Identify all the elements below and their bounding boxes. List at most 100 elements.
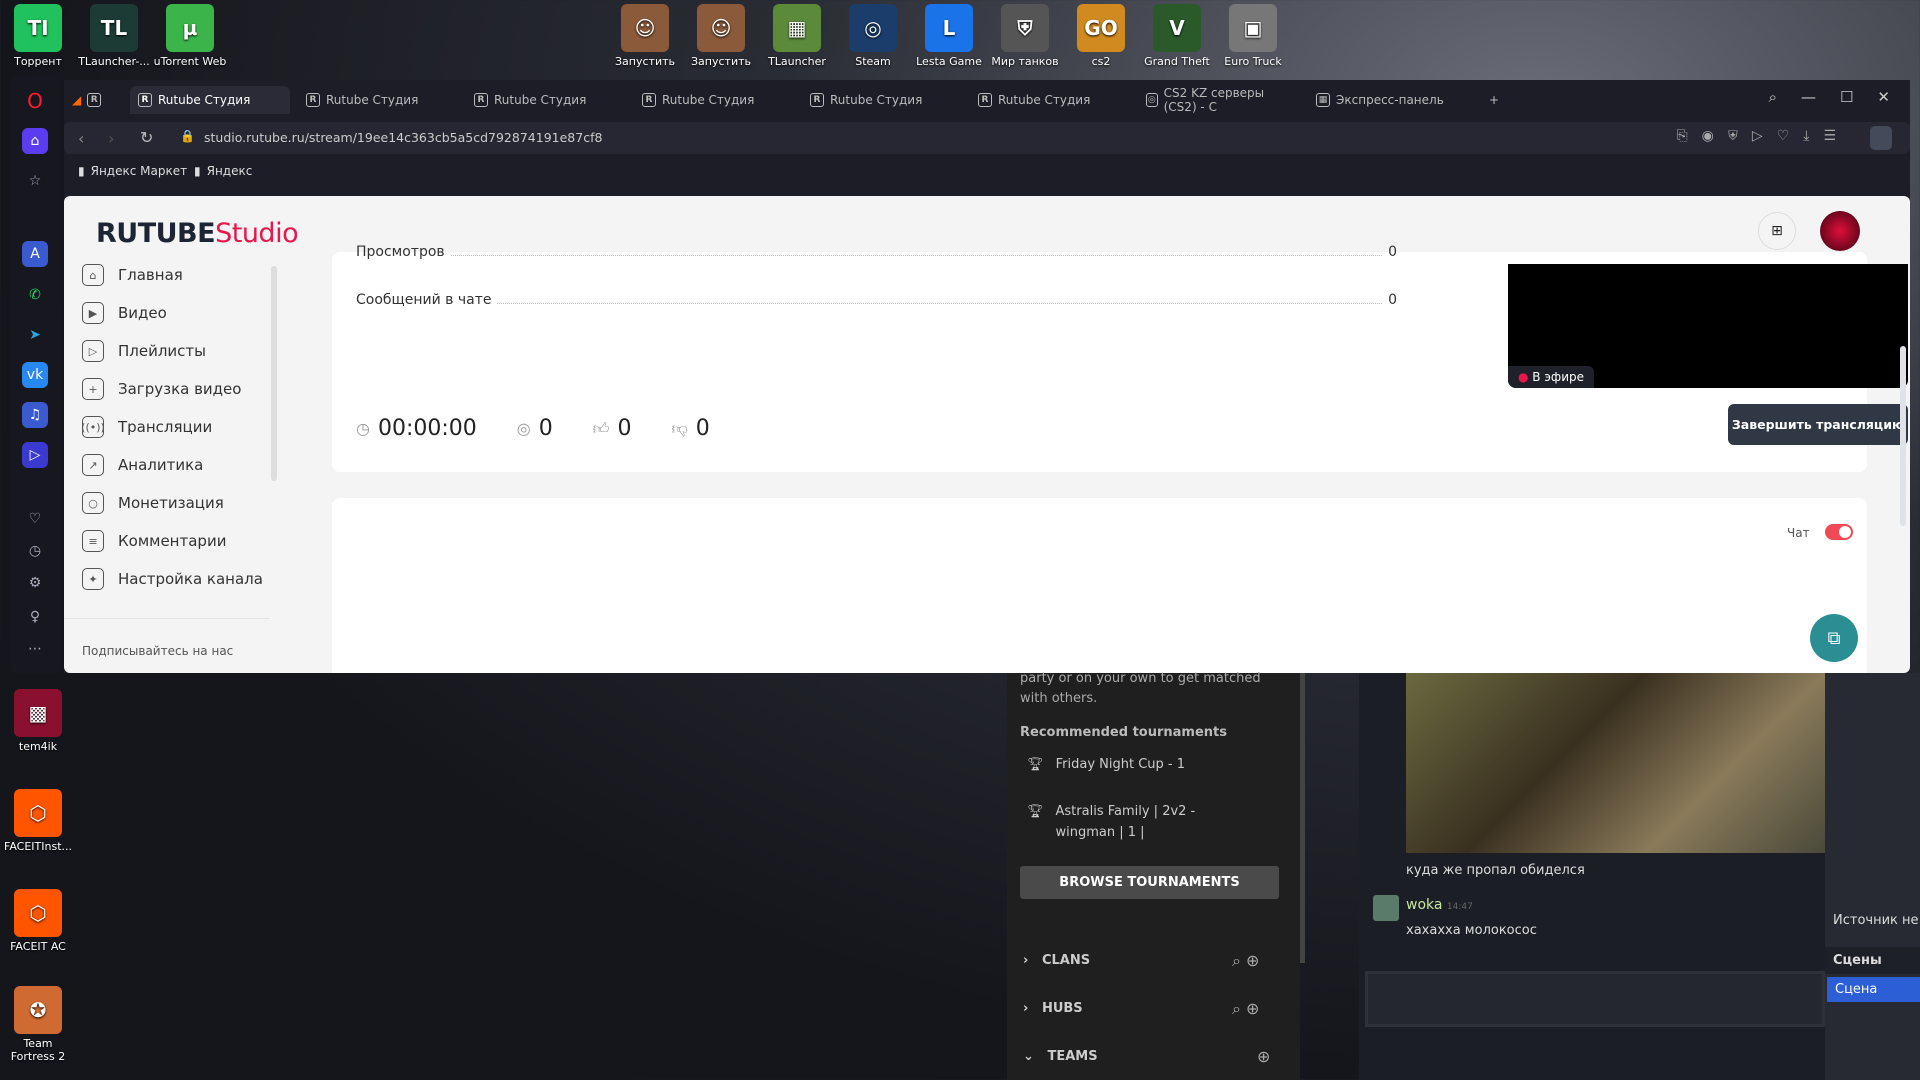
- section-hubs[interactable]: › HUBS: [1023, 1001, 1083, 1016]
- telegram-icon[interactable]: ➤: [22, 322, 48, 348]
- profile-icon[interactable]: [1870, 126, 1892, 150]
- desktop-shortcut[interactable]: ☺ Запустить: [608, 0, 682, 68]
- desktop-shortcut[interactable]: ⬡ FACEITInst...: [1, 785, 75, 853]
- player-icon[interactable]: ▷: [22, 442, 48, 468]
- tournament-item[interactable]: 🏆︎ Astralis Family | 2v2 - wingman | 1 |: [1027, 801, 1247, 843]
- search-icon[interactable]: ⌕ ⊕: [1232, 951, 1259, 971]
- create-icon[interactable]: ⊞: [1758, 212, 1796, 250]
- desktop-shortcut[interactable]: TI Торрент: [1, 0, 75, 68]
- game-screenshot[interactable]: [1406, 673, 1825, 853]
- music-icon[interactable]: ♫: [22, 402, 48, 428]
- browse-tournaments-button[interactable]: BROWSE TOURNAMENTS: [1020, 866, 1279, 899]
- shortcut-label: Grand Theft: [1144, 55, 1210, 68]
- scenes-title: Сцены: [1825, 947, 1920, 974]
- chat-toggle[interactable]: [1825, 524, 1853, 540]
- rutube-studio-logo[interactable]: RUTUBEStudio: [96, 218, 299, 249]
- sidebar-item[interactable]: ✦ Настройка канала: [82, 568, 263, 590]
- browser-tab[interactable]: ▦ Экспресс-панель: [1308, 86, 1468, 114]
- section-clans[interactable]: › CLANS: [1023, 953, 1090, 968]
- browser-tab[interactable]: R Rutube Студия: [634, 86, 794, 114]
- lightbulb-icon[interactable]: ♀: [22, 604, 48, 630]
- bookmark-yandex[interactable]: ▮ Яндекс: [194, 164, 252, 178]
- desktop-shortcut[interactable]: µ uTorrent Web: [153, 0, 227, 68]
- desktop-shortcut[interactable]: ◎ Steam: [836, 0, 910, 68]
- sidebar-item-label: Комментарии: [118, 532, 227, 550]
- sidebar-item[interactable]: ▷ Плейлисты: [82, 340, 206, 362]
- opera-logo-icon[interactable]: O: [22, 88, 48, 114]
- desktop-shortcut[interactable]: ▦ TLauncher: [760, 0, 834, 68]
- tab-favicon-icon: R: [474, 93, 488, 107]
- pinned-tab[interactable]: ◢ R: [64, 86, 109, 114]
- search-icon[interactable]: ⌕ ⊕: [1232, 999, 1259, 1019]
- desktop-shortcut[interactable]: GO cs2: [1064, 0, 1138, 68]
- analytics-icon: ↗: [82, 454, 104, 476]
- desktop-shortcut[interactable]: L Lesta Game: [912, 0, 986, 68]
- sidebar-item-label: Монетизация: [118, 494, 224, 512]
- new-tab-button[interactable]: +: [1481, 86, 1507, 114]
- avatar[interactable]: [1820, 211, 1860, 251]
- sidebar-item[interactable]: ▶ Видео: [82, 302, 167, 324]
- chat-username[interactable]: woka 14:47: [1406, 897, 1473, 913]
- app-icon: GO: [1077, 4, 1125, 52]
- desktop-shortcut[interactable]: TL TLauncher-...: [77, 0, 151, 68]
- back-icon[interactable]: ‹: [78, 129, 84, 148]
- page-scrollbar[interactable]: [1900, 346, 1906, 526]
- toolbar-icons[interactable]: ⎘◉⛨▷♡⤓☰: [1676, 128, 1850, 144]
- sidebar-item[interactable]: ○ Монетизация: [82, 492, 224, 514]
- url-input[interactable]: studio.rutube.ru/stream/19ee14c363cb5a5c…: [204, 130, 602, 145]
- sidebar-item-label: Видео: [118, 304, 167, 322]
- bookmark-yandex-market[interactable]: ▮ Яндекс Маркет: [78, 164, 187, 178]
- section-teams[interactable]: ⌄ TEAMS: [1023, 1049, 1098, 1064]
- desktop-shortcut[interactable]: ⬡ FACEIT AC: [1, 885, 75, 953]
- whatsapp-icon[interactable]: ✆: [22, 282, 48, 308]
- sidebar-item[interactable]: ⌂ Главная: [82, 264, 183, 286]
- desktop-shortcut[interactable]: V Grand Theft: [1140, 0, 1214, 68]
- browser-tab[interactable]: R Rutube Студия: [298, 86, 458, 114]
- end-stream-button[interactable]: Завершить трансляцию: [1728, 404, 1908, 445]
- reload-icon[interactable]: ↻: [140, 128, 153, 147]
- app-icon: µ: [166, 4, 214, 52]
- message-input[interactable]: [1365, 971, 1825, 1027]
- home-icon: ⌂: [82, 264, 104, 286]
- views-row: Просмотров 0: [356, 244, 1397, 260]
- scene-item[interactable]: Сцена: [1827, 977, 1920, 1002]
- shortcut-label: Euro Truck: [1224, 55, 1282, 68]
- avatar[interactable]: [1373, 895, 1399, 921]
- home-icon[interactable]: ⌂: [22, 128, 48, 154]
- browser-tab[interactable]: R Rutube Студия: [130, 86, 290, 114]
- vk-icon[interactable]: vk: [22, 362, 48, 388]
- sidebar-item[interactable]: ((•)) Трансляции: [81, 416, 212, 438]
- tournament-item[interactable]: 🏆︎ Friday Night Cup - 1: [1027, 757, 1185, 772]
- desktop-shortcut[interactable]: ✪ Team Fortress 2: [1, 982, 75, 1063]
- desktop-shortcut[interactable]: ⛨ Мир танков: [988, 0, 1062, 68]
- add-icon[interactable]: ⊕: [1257, 1047, 1270, 1066]
- browser-tab[interactable]: R Rutube Студия: [970, 86, 1130, 114]
- settings-icon[interactable]: ⚙: [22, 570, 48, 596]
- stream-preview[interactable]: ● В эфире: [1508, 264, 1908, 388]
- star-icon[interactable]: ☆: [22, 168, 48, 194]
- thumbs-down-icon: 👎︎: [671, 418, 688, 438]
- minimize-icon[interactable]: —: [1801, 88, 1816, 106]
- browser-tab[interactable]: ◎ CS2 KZ серверы (CS2) - C: [1138, 86, 1298, 114]
- history-icon[interactable]: ◷: [22, 538, 48, 564]
- browser-tab[interactable]: R Rutube Студия: [466, 86, 626, 114]
- desktop-shortcut[interactable]: ▩ tem4ik: [1, 685, 75, 753]
- maximize-icon[interactable]: ☐: [1840, 88, 1853, 106]
- desktop-shortcut[interactable]: ▣ Euro Truck: [1216, 0, 1290, 68]
- heart-icon[interactable]: ♡: [22, 506, 48, 532]
- forward-icon[interactable]: ›: [108, 129, 114, 148]
- search-icon[interactable]: ⌕: [1769, 88, 1777, 106]
- tab-title: Rutube Студия: [158, 93, 251, 107]
- sidebar-item[interactable]: ↗ Аналитика: [82, 454, 203, 476]
- chat-message: куда же пропал обиделся: [1406, 863, 1585, 878]
- aria-icon[interactable]: A: [22, 241, 48, 267]
- tab-favicon-icon: R: [138, 93, 152, 107]
- sidebar-item[interactable]: ≡ Комментарии: [82, 530, 226, 552]
- desktop-shortcut[interactable]: ☺ Запустить: [684, 0, 758, 68]
- sidebar-scrollbar[interactable]: [271, 266, 277, 481]
- sidebar-item[interactable]: + Загрузка видео: [82, 378, 241, 400]
- browser-tab[interactable]: R Rutube Студия: [802, 86, 962, 114]
- close-icon[interactable]: ✕: [1877, 88, 1890, 106]
- more-icon[interactable]: ⋯: [22, 636, 48, 662]
- feedback-icon[interactable]: ⧉: [1810, 614, 1858, 662]
